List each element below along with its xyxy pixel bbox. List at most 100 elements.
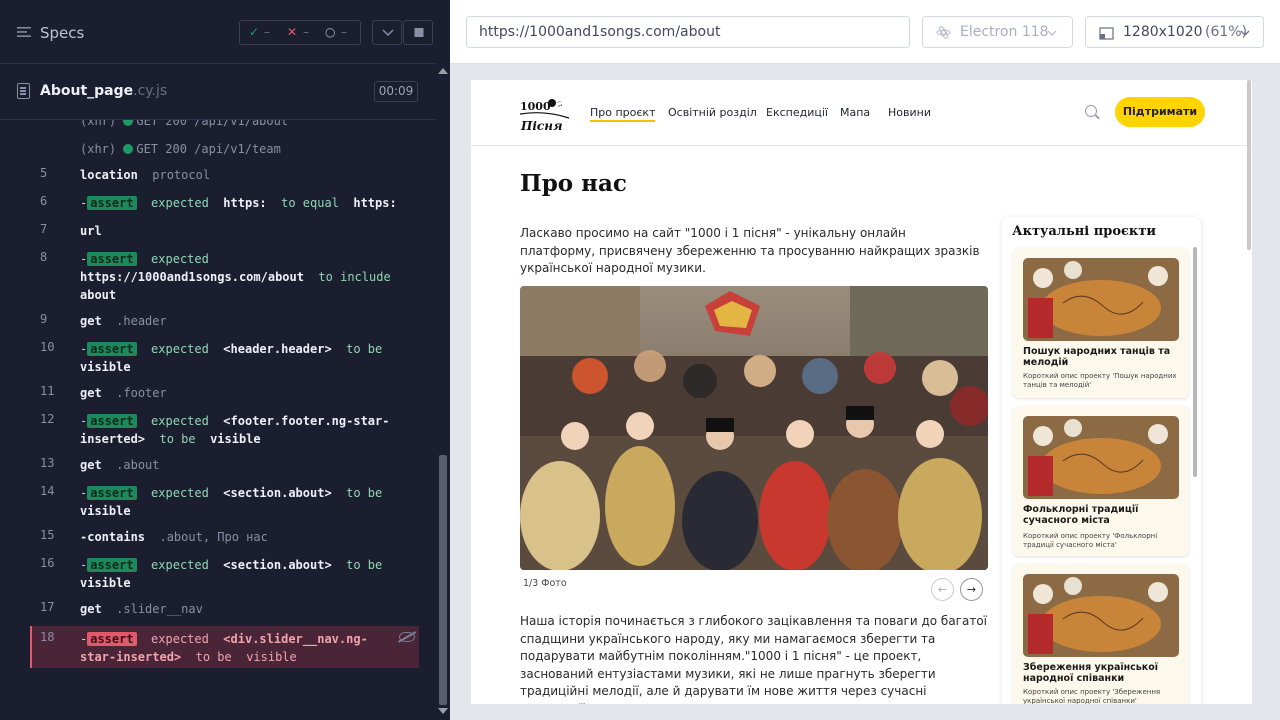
assert-badge: assert xyxy=(87,414,137,428)
assert-text: expected xyxy=(151,558,209,572)
carolers-photo xyxy=(520,286,988,570)
status-dot xyxy=(123,144,134,154)
assert-text: expected xyxy=(151,632,209,646)
stop-button[interactable] xyxy=(403,20,433,45)
assert-value: <section.about> xyxy=(223,486,332,500)
site-header: 1000 і 1 Пісня Про проєкт Освітній розді… xyxy=(471,80,1252,146)
assert-text: expected xyxy=(151,486,209,500)
story-text: Наша історія починається з глибокого зац… xyxy=(520,614,987,704)
assert-value: visible xyxy=(80,504,131,518)
status-dot xyxy=(123,120,134,126)
log-line-number: 16 xyxy=(40,556,55,570)
log-row-assert-failed[interactable]: 18 - assert expected <div.slider__nav.ng-… xyxy=(30,626,419,668)
assert-text: to include xyxy=(318,270,391,284)
page-scrollbar[interactable] xyxy=(1247,80,1251,250)
assert-badge: assert xyxy=(87,252,137,266)
assert-text: to be xyxy=(346,558,383,572)
assert-value: visible xyxy=(210,432,261,446)
log-line-number: 10 xyxy=(40,340,55,354)
url-field[interactable]: https://1000and1songs.com/about xyxy=(466,16,910,48)
projects-title: Актуальні проєкти xyxy=(1012,224,1157,239)
assert-value: https: xyxy=(223,196,267,210)
command-log-panel: Specs ✓ – ✕ – ○ – About_page.cy.js 00:09… xyxy=(0,0,450,720)
nav-news[interactable]: Новини xyxy=(888,106,931,119)
log-line-number: 8 xyxy=(40,250,48,264)
browser-label: Electron 118 xyxy=(960,24,1049,40)
log-line-number: 5 xyxy=(40,166,48,180)
slider-next-button[interactable]: → xyxy=(960,578,983,601)
aut-iframe: 1000 і 1 Пісня Про проєкт Освітній розді… xyxy=(471,80,1252,704)
assert-value: visible xyxy=(246,650,297,664)
site-logo[interactable]: 1000 і 1 Пісня xyxy=(519,90,571,136)
viewport-selector[interactable]: 1280x1020 (61%) xyxy=(1085,16,1264,48)
specs-label[interactable]: Specs xyxy=(40,24,84,42)
specs-list-icon[interactable] xyxy=(17,25,31,39)
xhr-prefix: (xhr) xyxy=(80,142,117,156)
nav-expeditions[interactable]: Експедиції xyxy=(766,106,828,119)
specs-header: Specs ✓ – ✕ – ○ – xyxy=(0,0,435,64)
project-name: Пошук народних танців та мелодій xyxy=(1023,346,1171,368)
log-command: location xyxy=(80,168,138,182)
viewport-size: 1280x1020 xyxy=(1123,24,1203,40)
assert-value: about xyxy=(80,288,117,302)
project-name: Фольклорні традиції сучасного міста xyxy=(1023,504,1139,526)
passed-count: – xyxy=(264,25,270,39)
assert-text: to equal xyxy=(281,196,339,210)
log-arg: .header xyxy=(116,314,167,328)
xhr-row[interactable]: (xhr) GET 200 /api/v1/team xyxy=(30,140,419,158)
assert-text: expected xyxy=(151,342,209,356)
assert-badge: assert xyxy=(87,558,137,572)
slider-prev-button[interactable]: ← xyxy=(931,578,954,601)
scroll-down-icon[interactable] xyxy=(438,708,448,714)
spec-file-name[interactable]: About_page.cy.js xyxy=(40,83,167,99)
electron-icon xyxy=(936,26,951,39)
eye-slash-icon[interactable] xyxy=(399,632,415,642)
scroll-up-icon[interactable] xyxy=(438,68,448,74)
support-button[interactable]: Підтримати xyxy=(1115,97,1205,127)
svg-text:Пісня: Пісня xyxy=(520,119,563,133)
svg-text:1000: 1000 xyxy=(520,100,551,113)
log-arg: .footer xyxy=(116,386,167,400)
assert-text: expected xyxy=(151,252,209,266)
aut-toolbar: https://1000and1songs.com/about Electron… xyxy=(450,0,1280,64)
projects-scrollbar[interactable] xyxy=(1193,247,1197,477)
passed-icon: ✓ xyxy=(249,25,260,39)
log-line-number: 14 xyxy=(40,484,55,498)
xhr-text: GET 200 /api/v1/about xyxy=(136,120,289,128)
log-command: -contains xyxy=(80,530,146,544)
nav-map[interactable]: Мапа xyxy=(840,106,870,119)
assert-text: to be xyxy=(195,650,232,664)
project-image xyxy=(1023,416,1179,499)
xhr-row[interactable]: (xhr) GET 200 /api/v1/about xyxy=(30,120,419,130)
assert-badge: assert xyxy=(87,342,137,356)
browser-selector[interactable]: Electron 118 xyxy=(922,16,1073,48)
pending-count: – xyxy=(341,25,347,39)
assert-text: to be xyxy=(159,432,196,446)
slider-counter: 1/3 Фото xyxy=(523,578,567,589)
log-arg: .slider__nav xyxy=(116,602,203,616)
assert-text: expected xyxy=(151,196,209,210)
log-command: get xyxy=(80,602,102,616)
chevron-down-icon xyxy=(1240,30,1250,36)
failed-count: – xyxy=(303,25,309,39)
assert-text: to be xyxy=(346,486,383,500)
log-arg: .about, Про нас xyxy=(159,530,268,544)
project-card[interactable]: Збереження української народної співанки… xyxy=(1013,564,1189,704)
nav-about[interactable]: Про проєкт xyxy=(590,106,656,122)
project-card[interactable]: Пошук народних танців та мелодій Коротки… xyxy=(1013,248,1189,398)
nav-education[interactable]: Освітній розділ xyxy=(668,106,757,119)
spec-file-ext: .cy.js xyxy=(133,83,168,99)
xhr-text: GET 200 /api/v1/team xyxy=(136,142,281,156)
log-scroll-thumb[interactable] xyxy=(439,455,447,705)
project-image xyxy=(1023,258,1179,341)
assert-value: visible xyxy=(80,576,131,590)
auto-scroll-button[interactable] xyxy=(372,20,402,45)
assert-value: <section.about> xyxy=(223,558,332,572)
log-line-number: 13 xyxy=(40,456,55,470)
project-card[interactable]: Фольклорні традиції сучасного міста Коро… xyxy=(1013,406,1189,556)
search-icon[interactable] xyxy=(1085,105,1097,117)
viewport-icon xyxy=(1099,27,1114,40)
svg-text:і 1: і 1 xyxy=(555,100,563,108)
log-line-number: 9 xyxy=(40,312,48,326)
assert-text: expected xyxy=(151,414,209,428)
